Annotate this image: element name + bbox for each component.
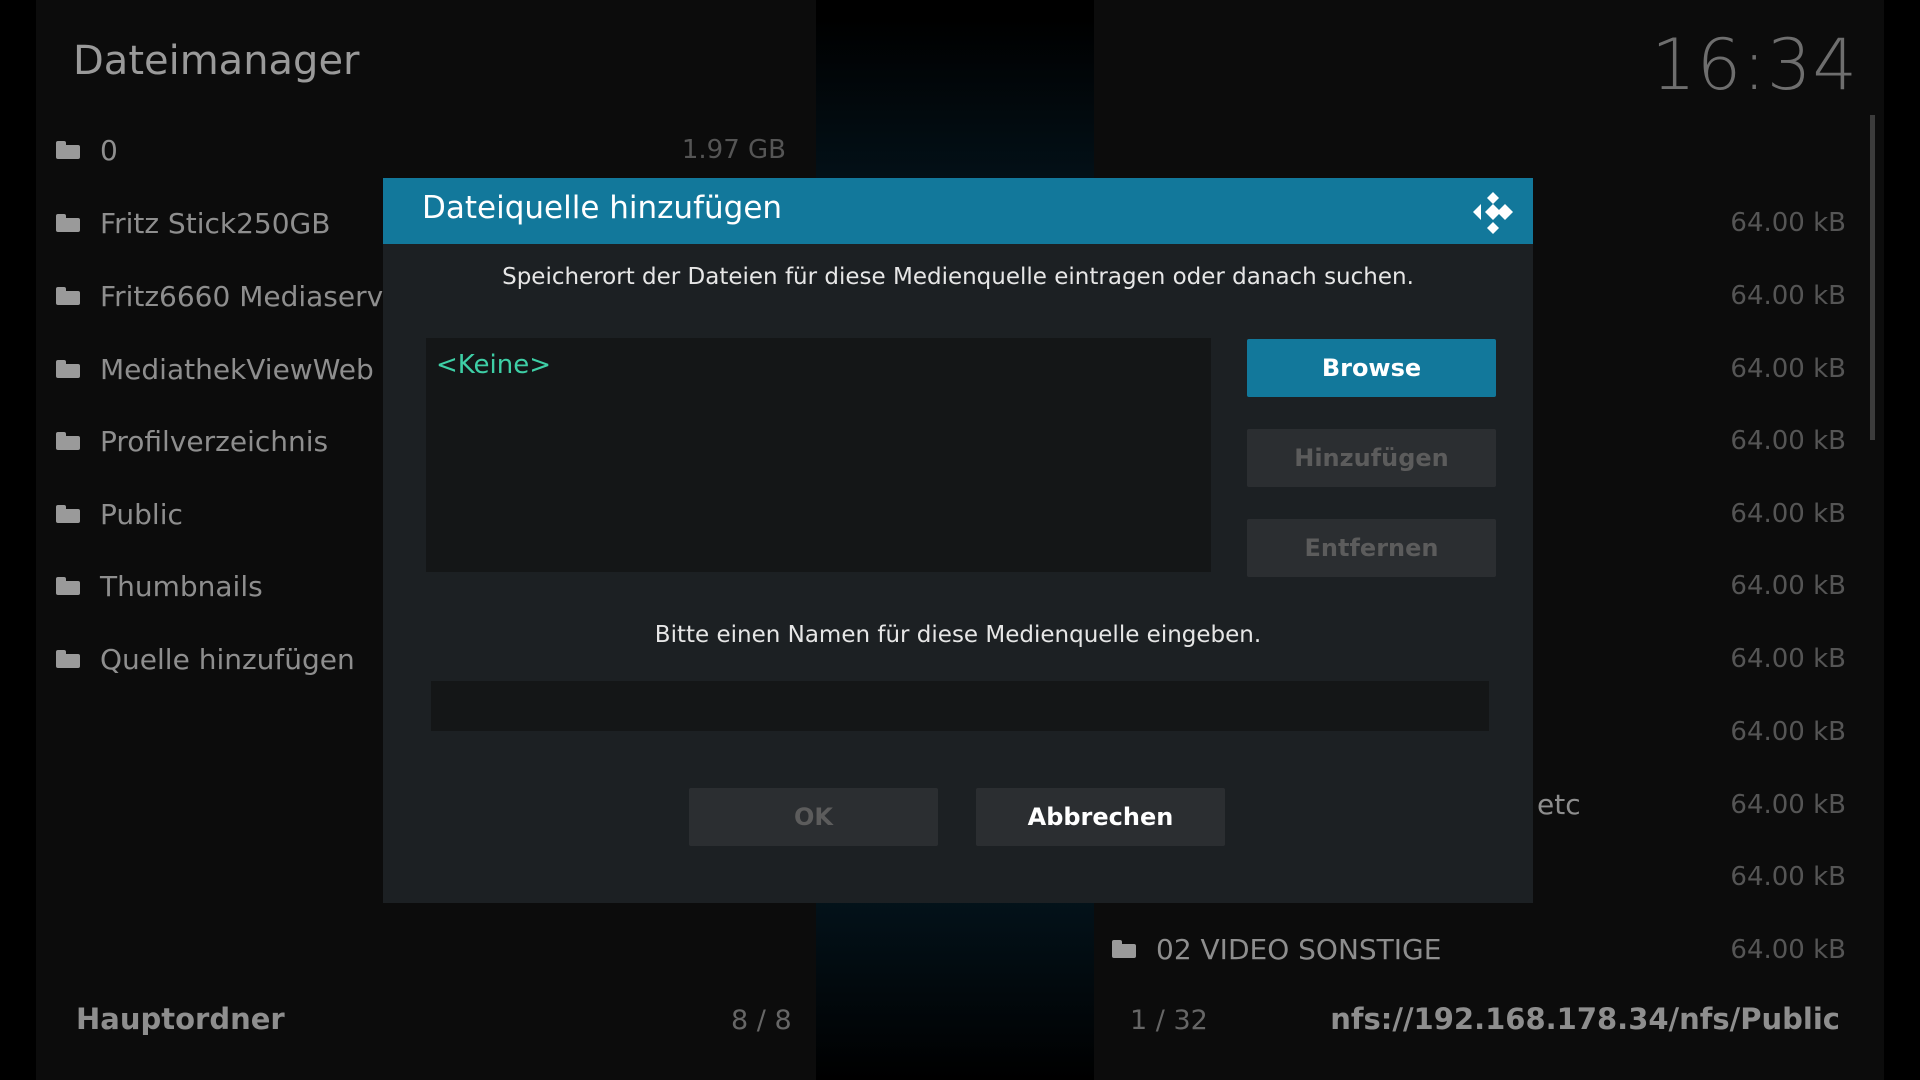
list-item-size: 64.00 kB: [1730, 426, 1846, 456]
list-item[interactable]: Thumbnails: [56, 556, 263, 616]
source-path-list[interactable]: <Keine>: [426, 338, 1211, 572]
list-item-label: MediathekViewWeb: [100, 352, 374, 386]
list-item-size: 64.00 kB: [1730, 281, 1846, 311]
list-item[interactable]: MediathekViewWeb: [56, 339, 374, 399]
kodi-logo-icon: [1473, 192, 1513, 234]
source-name-label: Bitte einen Namen für diese Medienquelle…: [654, 622, 1262, 648]
folder-icon: [56, 360, 80, 378]
list-item-size: 64.00 kB: [1730, 499, 1846, 529]
folder-icon: [56, 214, 80, 232]
folder-icon: [56, 650, 80, 668]
folder-icon: [56, 577, 80, 595]
list-item-label: Quelle hinzufügen: [100, 642, 355, 676]
dialog-description: Speicherort der Dateien für diese Medien…: [502, 264, 1414, 290]
list-item-size: 64.00 kB: [1730, 790, 1846, 820]
remove-button[interactable]: Entfernen: [1247, 519, 1496, 577]
list-item-label: 0: [100, 133, 118, 167]
folder-icon: [56, 432, 80, 450]
list-item[interactable]: Fritz Stick250GB: [56, 193, 330, 253]
list-item-size: 64.00 kB: [1730, 571, 1846, 601]
footer-item-count-right: 1 / 32: [1130, 1005, 1208, 1036]
list-item[interactable]: Fritz6660 Mediaserver: [56, 266, 412, 326]
dialog-header: Dateiquelle hinzufügen: [383, 178, 1533, 244]
page-title: Dateimanager: [73, 38, 360, 84]
footer-item-count-left: 8 / 8: [731, 1005, 792, 1036]
footer-path: nfs://192.168.178.34/nfs/Public: [1330, 1002, 1840, 1036]
folder-icon: [1112, 940, 1136, 958]
list-item-label: Profilverzeichnis: [100, 424, 329, 458]
scrollbar[interactable]: [1870, 115, 1875, 440]
ok-button[interactable]: OK: [689, 788, 938, 846]
list-item-size: 64.00 kB: [1730, 644, 1846, 674]
list-item[interactable]: 02 VIDEO SONSTIGE: [1112, 919, 1441, 979]
clock: 16:34: [1651, 24, 1858, 106]
footer-folder-label: Hauptordner: [76, 1002, 285, 1036]
folder-icon: [56, 141, 80, 159]
list-item[interactable]: Quelle hinzufügen: [56, 629, 355, 689]
list-item-size: 64.00 kB: [1730, 717, 1846, 747]
list-item-label: 02 VIDEO SONSTIGE: [1156, 932, 1442, 966]
add-button[interactable]: Hinzufügen: [1247, 429, 1496, 487]
list-item-size: 1.97 GB: [681, 135, 786, 165]
list-item-size: 64.00 kB: [1730, 354, 1846, 384]
source-name-input[interactable]: [431, 681, 1489, 731]
folder-icon: [56, 505, 80, 523]
folder-icon: [56, 287, 80, 305]
list-item[interactable]: Profilverzeichnis: [56, 411, 328, 471]
add-source-dialog: Dateiquelle hinzufügen Speicherort der D…: [383, 178, 1533, 903]
source-path-item[interactable]: <Keine>: [436, 350, 551, 380]
dialog-title: Dateiquelle hinzufügen: [422, 190, 783, 226]
list-item-size: 64.00 kB: [1730, 862, 1846, 892]
list-item-size: 64.00 kB: [1730, 208, 1846, 238]
list-item-label: Public: [100, 497, 183, 531]
list-item-label: Thumbnails: [100, 569, 263, 603]
browse-button[interactable]: Browse: [1247, 339, 1496, 397]
list-item-label-partial: etc: [1537, 788, 1581, 821]
list-item-size: 64.00 kB: [1730, 935, 1846, 965]
list-item[interactable]: Public: [56, 484, 183, 544]
list-item-label: Fritz6660 Mediaserver: [100, 279, 412, 313]
list-item-label: Fritz Stick250GB: [100, 206, 331, 240]
cancel-button[interactable]: Abbrechen: [976, 788, 1225, 846]
